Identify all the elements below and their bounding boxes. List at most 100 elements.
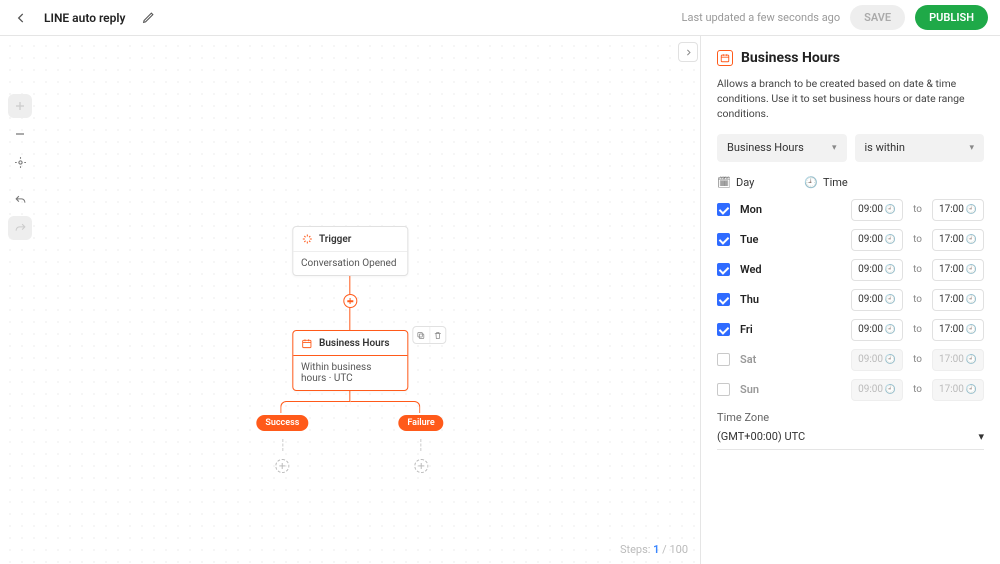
day-label: Sat xyxy=(740,353,770,366)
chevron-down-icon: ▾ xyxy=(978,430,984,443)
end-time-input[interactable]: 17:00🕘 xyxy=(932,259,984,281)
panel-description: Allows a branch to be created based on d… xyxy=(717,76,984,122)
time-header: Time xyxy=(823,176,848,189)
clock-icon: 🕘 xyxy=(885,235,896,245)
end-time-input[interactable]: 17:00🕘 xyxy=(932,319,984,341)
back-button[interactable] xyxy=(12,9,30,27)
node-body: Within business hours · UTC xyxy=(293,356,407,390)
day-row-thu: Thu09:00🕘to17:00🕘 xyxy=(717,289,984,311)
delete-node-icon[interactable] xyxy=(429,327,445,343)
spark-icon xyxy=(301,233,313,245)
day-checkbox[interactable] xyxy=(717,383,730,396)
day-row-tue: Tue09:00🕘to17:00🕘 xyxy=(717,229,984,251)
center-icon[interactable] xyxy=(8,150,32,174)
clock-icon: 🕘 xyxy=(885,325,896,335)
zoom-in-icon[interactable] xyxy=(8,94,32,118)
calendar-small-icon: 🗓 xyxy=(717,176,731,189)
zoom-out-icon[interactable] xyxy=(8,122,32,146)
day-row-mon: Mon 09:00🕘 to 17:00🕘 xyxy=(717,199,984,221)
success-branch[interactable]: Success xyxy=(256,415,308,473)
day-checkbox[interactable] xyxy=(717,203,730,216)
day-row-sun: Sun 09:00🕘 to 17:00🕘 xyxy=(717,379,984,401)
end-time-input[interactable]: 17:00🕘 xyxy=(932,349,984,371)
condition-operator-dropdown[interactable]: is within ▾ xyxy=(855,134,985,162)
start-time-input[interactable]: 09:00🕘 xyxy=(851,379,903,401)
save-button[interactable]: SAVE xyxy=(850,5,905,30)
panel-title: Business Hours xyxy=(741,50,840,66)
start-time-input[interactable]: 09:00🕘 xyxy=(851,259,903,281)
clock-small-icon: 🕘 xyxy=(804,176,818,189)
end-time-input[interactable]: 17:00🕘 xyxy=(932,199,984,221)
top-bar: LINE auto reply Last updated a few secon… xyxy=(0,0,1000,36)
redo-icon[interactable] xyxy=(8,216,32,240)
chevron-down-icon: ▾ xyxy=(969,143,974,153)
end-time-input[interactable]: 17:00🕘 xyxy=(932,229,984,251)
failure-branch[interactable]: Failure xyxy=(398,415,443,473)
trigger-body: Conversation Opened xyxy=(293,251,407,275)
start-time-input[interactable]: 09:00🕘 xyxy=(851,349,903,371)
clock-icon: 🕘 xyxy=(966,355,977,365)
to-label: to xyxy=(913,264,922,275)
day-checkbox[interactable] xyxy=(717,293,730,306)
to-label: to xyxy=(913,354,922,365)
clock-icon: 🕘 xyxy=(966,295,977,305)
day-checkbox[interactable] xyxy=(717,233,730,246)
copy-node-icon[interactable] xyxy=(413,327,429,343)
clock-icon: 🕘 xyxy=(885,355,896,365)
to-label: to xyxy=(913,204,922,215)
start-time-input[interactable]: 09:00🕘 xyxy=(851,289,903,311)
day-row-fri: Fri 09:00🕘 to 17:00🕘 xyxy=(717,319,984,341)
day-row-sat: Sat 09:00🕘 to 17:00🕘 xyxy=(717,349,984,371)
day-label: Fri xyxy=(740,323,770,336)
business-hours-node[interactable]: Business Hours Within business hours · U… xyxy=(292,330,408,391)
node-title: Business Hours xyxy=(319,338,389,349)
clock-icon: 🕘 xyxy=(966,385,977,395)
day-checkbox[interactable] xyxy=(717,353,730,366)
day-header: Day xyxy=(736,176,754,189)
canvas-toolbar xyxy=(8,94,32,240)
step-counter: Steps: 1 / 100 xyxy=(620,543,688,556)
end-time-input[interactable]: 17:00🕘 xyxy=(932,289,984,311)
add-success-step[interactable] xyxy=(275,459,289,473)
edit-title-icon[interactable] xyxy=(139,9,157,27)
undo-icon[interactable] xyxy=(8,188,32,212)
start-time-input[interactable]: 09:00🕘 xyxy=(851,319,903,341)
day-label: Mon xyxy=(740,203,770,216)
end-time-input[interactable]: 17:00🕘 xyxy=(932,379,984,401)
clock-icon: 🕘 xyxy=(885,205,896,215)
day-checkbox[interactable] xyxy=(717,323,730,336)
clock-icon: 🕘 xyxy=(966,205,977,215)
timezone-dropdown[interactable]: (GMT+00:00) UTC ▾ xyxy=(717,430,984,450)
flow-diagram: Trigger Conversation Opened Business Hou… xyxy=(256,226,443,473)
to-label: to xyxy=(913,234,922,245)
publish-button[interactable]: PUBLISH xyxy=(915,5,988,30)
chevron-down-icon: ▾ xyxy=(832,143,837,153)
to-label: to xyxy=(913,324,922,335)
clock-icon: 🕘 xyxy=(966,325,977,335)
clock-icon: 🕘 xyxy=(885,385,896,395)
failure-chip: Failure xyxy=(398,415,443,431)
canvas[interactable]: Trigger Conversation Opened Business Hou… xyxy=(0,36,700,564)
workflow-title: LINE auto reply xyxy=(44,11,125,25)
to-label: to xyxy=(913,294,922,305)
calendar-icon xyxy=(717,50,733,66)
to-label: to xyxy=(913,384,922,395)
clock-icon: 🕘 xyxy=(885,295,896,305)
day-label: Sun xyxy=(740,383,770,396)
trigger-node[interactable]: Trigger Conversation Opened xyxy=(292,226,408,276)
add-step-button[interactable] xyxy=(343,294,357,308)
start-time-input[interactable]: 09:00🕘 xyxy=(851,199,903,221)
clock-icon: 🕘 xyxy=(966,235,977,245)
add-failure-step[interactable] xyxy=(414,459,428,473)
condition-type-dropdown[interactable]: Business Hours ▾ xyxy=(717,134,847,162)
config-panel: Business Hours Allows a branch to be cre… xyxy=(700,36,1000,564)
calendar-icon xyxy=(301,337,313,349)
collapse-panel-icon[interactable] xyxy=(678,42,698,62)
trigger-title: Trigger xyxy=(319,234,351,245)
last-updated-text: Last updated a few seconds ago xyxy=(682,11,841,24)
success-chip: Success xyxy=(256,415,308,431)
day-row-wed: Wed 09:00🕘 to 17:00🕘 xyxy=(717,259,984,281)
day-label: Wed xyxy=(740,263,770,276)
day-checkbox[interactable] xyxy=(717,263,730,276)
start-time-input[interactable]: 09:00🕘 xyxy=(851,229,903,251)
